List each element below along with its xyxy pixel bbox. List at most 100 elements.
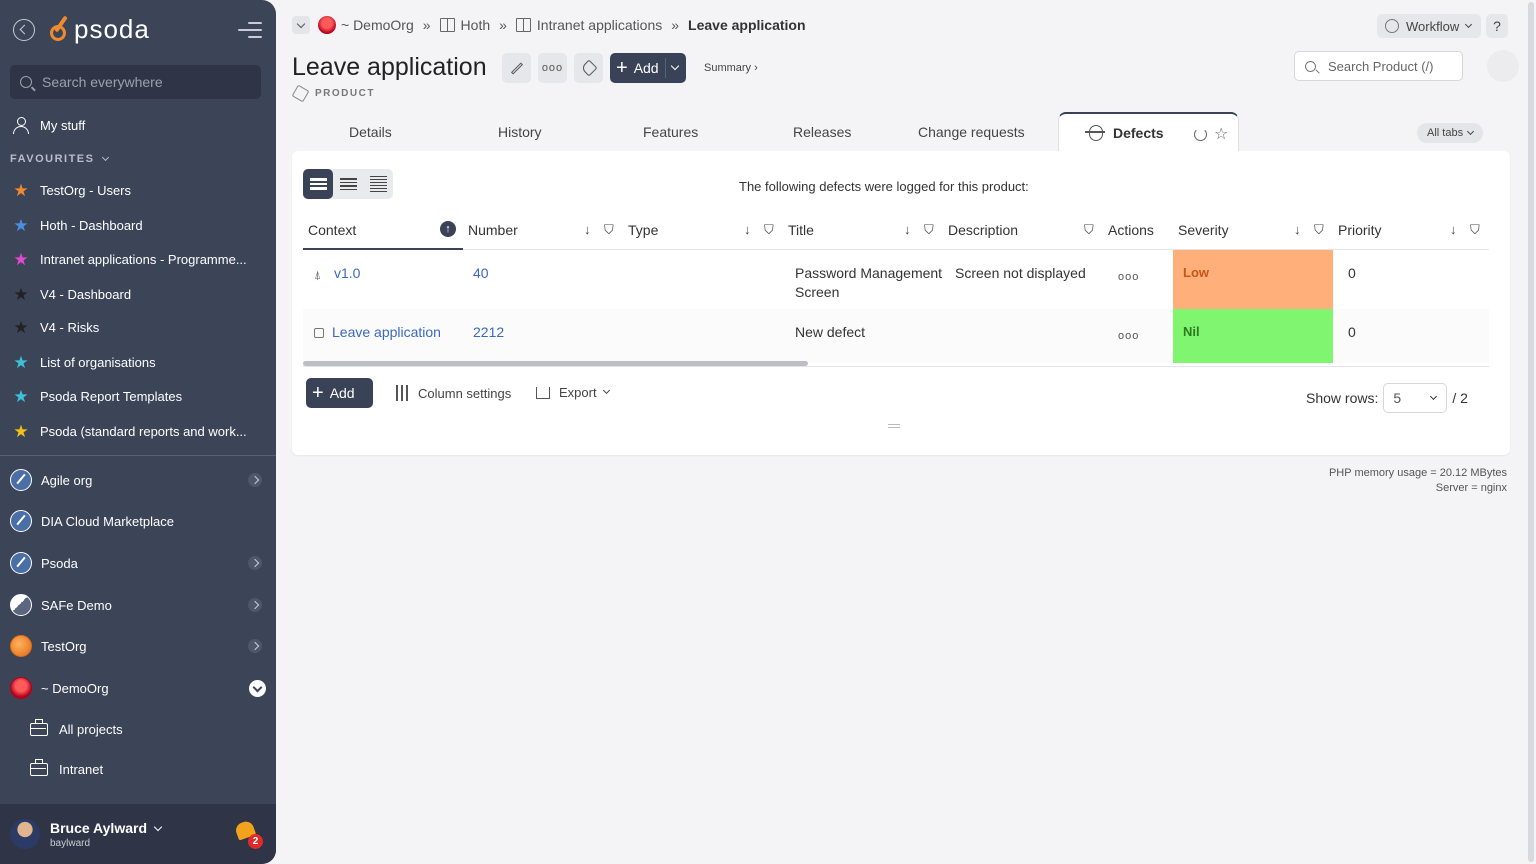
org-item-dia-cloud[interactable]: DIA Cloud Marketplace	[0, 504, 276, 538]
sort-arrow-icon[interactable]: ↓	[904, 222, 911, 237]
number-link[interactable]: 2212	[473, 324, 504, 340]
org-label: TestOrg	[41, 638, 87, 654]
tab-history[interactable]: History	[498, 124, 542, 140]
column-header-type[interactable]: Type ↓ ⛉	[623, 211, 783, 250]
summary-link[interactable]: Summary ›	[704, 62, 758, 74]
breadcrumb-item[interactable]: Intranet applications	[537, 17, 662, 33]
breadcrumb-toggle-icon[interactable]	[292, 16, 310, 34]
filter-icon[interactable]: ⛉	[1314, 222, 1324, 238]
favourite-item[interactable]: ★ Psoda (standard reports and work...	[0, 416, 276, 446]
org-item-psoda[interactable]: Psoda	[0, 546, 276, 580]
favourite-item[interactable]: ★ List of organisations	[0, 347, 276, 377]
org-item-demoorg[interactable]: ~ DemoOrg	[0, 671, 276, 705]
row-actions-icon[interactable]: ooo	[1118, 330, 1139, 342]
column-header-priority[interactable]: Priority ↓ ⛉	[1333, 211, 1489, 250]
favourite-item[interactable]: ★ V4 - Risks	[0, 312, 276, 342]
add-button[interactable]: + Add	[610, 53, 686, 83]
tab-defects[interactable]: Defects ☆	[1058, 112, 1239, 152]
sort-arrow-icon[interactable]: ↓	[1450, 222, 1457, 237]
breadcrumb-org[interactable]: ~ DemoOrg	[341, 17, 414, 33]
column-header-severity[interactable]: Severity ↓ ⛉	[1173, 211, 1333, 250]
column-header-description[interactable]: Description ⛉	[943, 211, 1103, 250]
workflow-button[interactable]: Workflow	[1377, 14, 1482, 38]
favourite-item[interactable]: ★ TestOrg - Users	[0, 175, 276, 205]
scrollbar-thumb[interactable]	[1528, 2, 1534, 862]
chevron-down-icon[interactable]	[249, 679, 266, 697]
org-label: SAFe Demo	[41, 597, 112, 613]
breadcrumb-separator-icon: »	[671, 17, 680, 33]
org-label: Agile org	[41, 472, 93, 488]
chevron-right-icon[interactable]	[248, 598, 262, 612]
filter-icon[interactable]: ⛉	[604, 222, 614, 238]
scrollbar-thumb[interactable]	[303, 361, 808, 366]
priority-cell: 0	[1333, 309, 1489, 363]
search-everywhere-input[interactable]	[42, 74, 242, 90]
org-item-agile-org[interactable]: Agile org	[0, 463, 276, 497]
favourites-header[interactable]: FAVOURITES	[10, 153, 110, 165]
user-bar[interactable]: Bruce Aylward baylward 2	[0, 804, 276, 864]
context-link[interactable]: v1.0	[334, 265, 360, 281]
resize-handle-icon[interactable]	[888, 424, 900, 430]
view-compact-icon[interactable]	[333, 169, 363, 199]
table-row[interactable]: Leave application 2212 New defect ooo Ni…	[303, 309, 1489, 363]
context-link[interactable]: Leave application	[332, 324, 441, 340]
column-header-number[interactable]: Number ↓ ⛉	[463, 211, 623, 250]
sort-arrow-icon[interactable]: ↓	[744, 222, 751, 237]
tab-releases[interactable]: Releases	[793, 124, 851, 140]
sub-item-intranet[interactable]: Intranet	[30, 754, 103, 784]
tab-features[interactable]: Features	[643, 124, 698, 140]
view-list-icon[interactable]	[303, 169, 333, 199]
table-row[interactable]: ⍋ v1.0 40 Password Management Screen Scre…	[303, 249, 1489, 309]
sort-arrow-icon[interactable]: ↓	[1294, 222, 1301, 237]
sub-item-all-projects[interactable]: All projects	[30, 714, 123, 744]
horizontal-scrollbar[interactable]	[303, 361, 1489, 367]
help-button[interactable]: ?	[1486, 14, 1508, 38]
back-icon[interactable]	[13, 19, 35, 41]
search-product-input[interactable]	[1328, 58, 1458, 74]
org-item-testorg[interactable]: TestOrg	[0, 629, 276, 663]
breadcrumb-item[interactable]: Hoth	[461, 17, 491, 33]
filter-icon[interactable]: ⛉	[924, 222, 934, 238]
filter-icon[interactable]: ⛉	[1470, 222, 1480, 238]
sort-ascending-icon[interactable]: ↑	[440, 221, 456, 237]
export-button[interactable]: Export	[536, 385, 610, 400]
all-tabs-button[interactable]: All tabs	[1417, 123, 1484, 143]
favourite-item[interactable]: ★ Intranet applications - Programme...	[0, 244, 276, 274]
tab-change-requests[interactable]: Change requests	[918, 124, 1025, 140]
org-item-safe-demo[interactable]: SAFe Demo	[0, 588, 276, 622]
view-dense-icon[interactable]	[363, 169, 393, 199]
psoda-logo[interactable]: psoda	[50, 14, 150, 45]
my-stuff-link[interactable]: My stuff	[0, 110, 276, 140]
add-defect-button[interactable]: + Add	[306, 378, 373, 408]
column-header-title[interactable]: Title ↓ ⛉	[783, 211, 943, 250]
favourite-item[interactable]: ★ Psoda Report Templates	[0, 381, 276, 411]
tab-details[interactable]: Details	[349, 124, 392, 140]
collapse-sidebar-icon[interactable]	[238, 22, 262, 38]
rows-per-page-select[interactable]: 5	[1383, 383, 1448, 413]
column-settings-button[interactable]: Column settings	[394, 385, 511, 401]
filter-icon[interactable]: ⛉	[1084, 222, 1094, 238]
chevron-right-icon[interactable]	[248, 639, 262, 653]
context-cell: Leave application	[303, 309, 463, 363]
quick-edit-icon[interactable]	[1487, 50, 1519, 82]
edit-button[interactable]	[502, 53, 531, 83]
more-button[interactable]: ooo	[538, 53, 567, 83]
page-scrollbar[interactable]	[1526, 0, 1536, 864]
star-outline-icon[interactable]: ☆	[1214, 124, 1228, 144]
tag-button[interactable]	[574, 53, 603, 83]
chevron-right-icon[interactable]	[248, 473, 262, 487]
number-link[interactable]: 40	[473, 265, 489, 281]
avatar[interactable]	[10, 819, 40, 849]
refresh-icon[interactable]	[1194, 128, 1207, 141]
sort-arrow-icon[interactable]: ↓	[584, 222, 591, 237]
priority-cell: 0	[1348, 264, 1356, 281]
favourite-item[interactable]: ★ Hoth - Dashboard	[0, 210, 276, 240]
filter-icon[interactable]: ⛉	[764, 222, 774, 238]
favourite-item[interactable]: ★ V4 - Dashboard	[0, 279, 276, 309]
row-actions-icon[interactable]: ooo	[1118, 271, 1139, 283]
footer-info: PHP memory usage = 20.12 MBytes Server =…	[1329, 466, 1507, 496]
chevron-down-icon[interactable]	[670, 61, 680, 71]
server-info: Server = nginx	[1435, 482, 1507, 494]
column-header-context[interactable]: Context ↑	[303, 211, 463, 250]
chevron-right-icon[interactable]	[248, 556, 262, 570]
